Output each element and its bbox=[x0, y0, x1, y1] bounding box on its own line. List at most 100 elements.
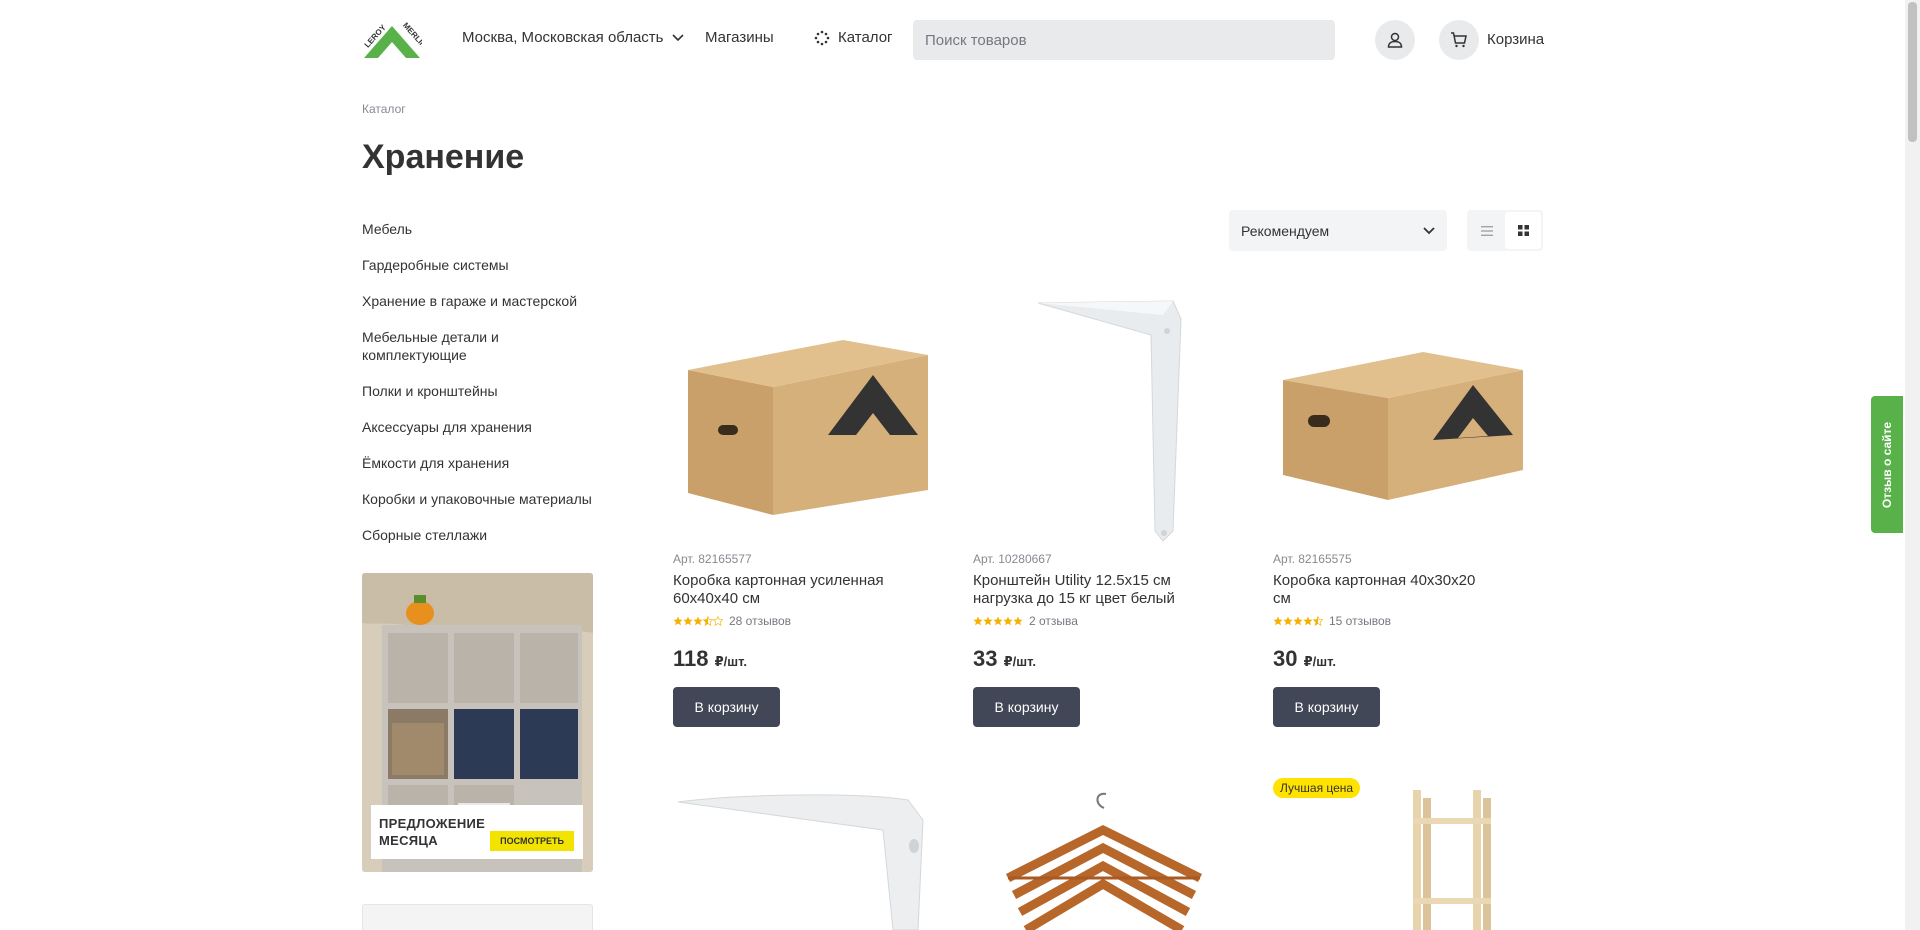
promo-view-button[interactable]: ПОСМОТРЕТЬ bbox=[490, 831, 574, 851]
product-card: Арт. 82165575 Коробка картонная 40х30х20… bbox=[1273, 290, 1533, 727]
sidebar-item-storage-containers[interactable]: Ёмкости для хранения bbox=[362, 454, 592, 472]
chevron-down-icon bbox=[671, 33, 684, 41]
product-rating: 15 отзывов bbox=[1273, 614, 1533, 628]
product-name[interactable]: Коробка картонная усиленная 60х40х40 см bbox=[673, 572, 893, 608]
bracket-image bbox=[1037, 300, 1182, 542]
hangers-image bbox=[1005, 792, 1202, 930]
list-icon bbox=[1481, 225, 1493, 236]
view-toggle bbox=[1467, 210, 1543, 251]
list-view-button[interactable] bbox=[1469, 212, 1505, 249]
star-empty-icon bbox=[713, 616, 723, 626]
product-rating: 2 отзыва bbox=[973, 614, 1233, 628]
product-image[interactable] bbox=[973, 790, 1233, 930]
product-name[interactable]: Кронштейн Utility 12.5х15 см нагрузка до… bbox=[973, 572, 1193, 608]
sidebar-item-shelves-brackets[interactable]: Полки и кронштейны bbox=[362, 382, 592, 400]
page-title: Хранение bbox=[362, 138, 525, 176]
promo-banner[interactable]: ПРЕДЛОЖЕНИЕ МЕСЯЦА ПОСМОТРЕТЬ bbox=[362, 573, 593, 872]
product-article: Арт. 82165577 bbox=[673, 552, 752, 566]
site-feedback-tab[interactable]: Отзыв о сайте bbox=[1871, 396, 1903, 533]
star-icon bbox=[693, 616, 703, 626]
promo-card: ПРЕДЛОЖЕНИЕ МЕСЯЦА ПОСМОТРЕТЬ bbox=[371, 805, 583, 859]
product-card: Лучшая цена bbox=[1273, 778, 1533, 930]
sidebar-item-storage-accessories[interactable]: Аксессуары для хранения bbox=[362, 418, 592, 436]
region-label: Москва, Московская область bbox=[462, 29, 664, 46]
sidebar-item-boxes-packaging[interactable]: Коробки и упаковочные материалы bbox=[362, 490, 592, 508]
product-card: Арт. 82165577 Коробка картонная усиленна… bbox=[673, 290, 933, 727]
star-icon bbox=[993, 616, 1003, 626]
product-name[interactable]: Коробка картонная 40х30х20 см bbox=[1273, 572, 1493, 608]
star-icon bbox=[1003, 616, 1013, 626]
star-icon bbox=[1283, 616, 1293, 626]
page-scrollbar[interactable] bbox=[1905, 0, 1920, 930]
product-card bbox=[673, 790, 933, 930]
cardboard-box-image bbox=[1283, 352, 1523, 500]
cart-icon bbox=[1451, 32, 1467, 48]
star-half-icon bbox=[1313, 616, 1323, 626]
promo-title-line1: ПРЕДЛОЖЕНИЕ bbox=[379, 816, 486, 831]
sidebar-categories: Мебель Гардеробные системы Хранение в га… bbox=[362, 220, 592, 562]
breadcrumb[interactable]: Каталог bbox=[362, 102, 406, 116]
star-icon bbox=[1273, 616, 1283, 626]
scrollbar-thumb[interactable] bbox=[1908, 2, 1917, 142]
best-price-badge: Лучшая цена bbox=[1273, 778, 1361, 798]
review-count[interactable]: 28 отзывов bbox=[729, 614, 791, 628]
price-unit: ₽/шт. bbox=[1003, 654, 1036, 669]
price-value: 30 bbox=[1273, 646, 1298, 671]
sidebar-item-furniture-parts[interactable]: Мебельные детали и комплектующие bbox=[362, 328, 592, 364]
price-unit: ₽/шт. bbox=[714, 654, 747, 669]
header: LEROY MERLIN Москва, Московская область … bbox=[0, 0, 1920, 80]
add-to-cart-button[interactable]: В корзину bbox=[673, 687, 780, 727]
sidebar-item-wardrobe-systems[interactable]: Гардеробные системы bbox=[362, 256, 592, 274]
product-image[interactable] bbox=[1273, 290, 1533, 550]
product-image[interactable]: Лучшая цена bbox=[1273, 778, 1533, 930]
feedback-label: Отзыв о сайте bbox=[1880, 421, 1895, 508]
sort-select[interactable]: Рекомендуем bbox=[1229, 210, 1447, 251]
price-value: 118 bbox=[673, 646, 709, 671]
star-icon bbox=[1013, 616, 1023, 626]
review-count[interactable]: 15 отзывов bbox=[1329, 614, 1391, 628]
product-rating: 28 отзывов bbox=[673, 614, 933, 628]
product-image[interactable] bbox=[673, 290, 933, 550]
product-article: Арт. 10280667 bbox=[973, 552, 1052, 566]
sidebar-item-shelving-units[interactable]: Сборные стеллажи bbox=[362, 526, 592, 544]
search-input[interactable] bbox=[913, 20, 1335, 60]
star-icon bbox=[983, 616, 993, 626]
sidebar-item-furniture[interactable]: Мебель bbox=[362, 220, 592, 238]
product-price: 30 ₽/шт. bbox=[1273, 646, 1336, 672]
rating-stars bbox=[673, 616, 723, 626]
review-count[interactable]: 2 отзыва bbox=[1029, 614, 1078, 628]
sort-value: Рекомендуем bbox=[1241, 222, 1330, 239]
product-image[interactable] bbox=[673, 790, 933, 930]
product-image[interactable] bbox=[973, 290, 1233, 550]
user-icon bbox=[1387, 32, 1403, 48]
catalog-label: Каталог bbox=[838, 29, 893, 46]
rating-stars bbox=[1273, 616, 1323, 626]
product-price: 33 ₽/шт. bbox=[973, 646, 1036, 672]
cart-label[interactable]: Корзина bbox=[1487, 31, 1544, 48]
add-to-cart-button[interactable]: В корзину bbox=[1273, 687, 1380, 727]
profile-button[interactable] bbox=[1375, 20, 1415, 60]
wooden-shelving-image bbox=[1413, 790, 1491, 930]
bracket-image bbox=[678, 794, 924, 930]
cardboard-box-image bbox=[688, 340, 928, 515]
add-to-cart-button[interactable]: В корзину bbox=[973, 687, 1080, 727]
region-selector[interactable]: Москва, Московская область bbox=[462, 29, 684, 46]
catalog-grid-icon bbox=[814, 30, 830, 45]
cart-button[interactable] bbox=[1439, 20, 1479, 60]
catalog-button[interactable]: Каталог bbox=[814, 29, 893, 46]
chevron-down-icon bbox=[1423, 226, 1435, 234]
product-price: 118 ₽/шт. bbox=[673, 646, 747, 672]
sidebar-item-garage-storage[interactable]: Хранение в гараже и мастерской bbox=[362, 292, 592, 310]
leroy-merlin-logo[interactable]: LEROY MERLIN bbox=[362, 20, 422, 60]
product-card: Арт. 10280667 Кронштейн Utility 12.5х15 … bbox=[973, 290, 1233, 727]
star-icon bbox=[973, 616, 983, 626]
star-icon bbox=[1293, 616, 1303, 626]
star-icon bbox=[1303, 616, 1313, 626]
grid-view-button[interactable] bbox=[1505, 212, 1541, 249]
star-icon bbox=[683, 616, 693, 626]
stores-link[interactable]: Магазины bbox=[705, 29, 774, 46]
star-half-icon bbox=[703, 616, 713, 626]
product-article: Арт. 82165575 bbox=[1273, 552, 1352, 566]
product-card bbox=[973, 790, 1233, 930]
promo-banner-secondary[interactable] bbox=[362, 904, 593, 930]
